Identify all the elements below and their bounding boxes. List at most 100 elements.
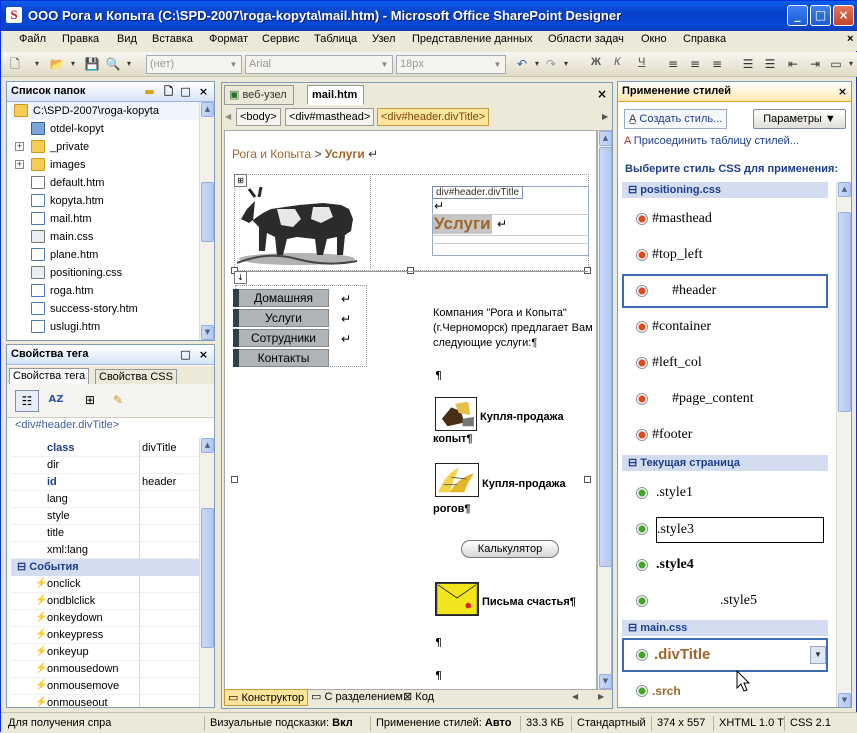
dropdown-arrow-icon[interactable]: ▾ — [843, 56, 857, 72]
menu-format[interactable]: Формат — [209, 33, 248, 45]
scroll-up-icon[interactable]: ▲ — [201, 438, 214, 453]
table-row[interactable]: ⚡ onclick — [11, 576, 201, 593]
style-item-masthead[interactable]: #masthead — [622, 202, 828, 236]
scroll-down-icon[interactable]: ▼ — [838, 693, 851, 707]
attach-stylesheet-link[interactable]: A Присоединить таблицу стилей... — [624, 135, 799, 147]
create-style-button[interactable]: A̲ Создать стиль... — [624, 109, 728, 129]
design-canvas[interactable]: Рога и Копыта > Услуги ↵ ⊞ div#header.di… — [224, 130, 597, 690]
style-item-top-left[interactable]: #top_left — [622, 238, 828, 272]
dropdown-arrow-icon[interactable]: ▾ — [29, 56, 45, 72]
align-right-icon[interactable]: ≡ — [709, 56, 725, 72]
nav-button-contacts[interactable]: Контакты — [233, 349, 329, 367]
scroll-down-icon[interactable]: ▼ — [201, 325, 214, 340]
breadcrumb-right-icon[interactable]: ▶ — [602, 112, 608, 121]
expand-icon[interactable]: + — [15, 142, 24, 151]
restore-icon[interactable]: □ — [179, 85, 192, 98]
status-css[interactable]: CSS 2.1 — [784, 716, 831, 731]
style-item-style1[interactable]: .style1 — [622, 476, 828, 510]
options-button[interactable]: Параметры ▼ — [753, 109, 846, 129]
tab-mail-htm[interactable]: mail.htm — [307, 85, 365, 105]
style-item-left-col[interactable]: #left_col — [622, 346, 828, 380]
categorized-view-icon[interactable]: ☷ — [15, 390, 39, 412]
menu-table[interactable]: Таблица — [314, 33, 357, 45]
table-row[interactable]: xml:lang — [11, 542, 201, 559]
table-row[interactable]: ⚡ onmousemove — [11, 678, 201, 695]
resize-handle[interactable] — [231, 476, 238, 483]
sharepoint-app-icon[interactable]: S — [6, 7, 22, 23]
style-combo[interactable]: (нет) ▼ — [146, 55, 242, 74]
tab-tag-properties[interactable]: Свойства тега — [9, 368, 90, 384]
table-row[interactable]: ⚡ onkeypress — [11, 627, 201, 644]
chevron-down-icon[interactable]: ▼ — [810, 646, 826, 664]
show-set-properties-icon[interactable]: ⊞ — [79, 390, 101, 412]
scroll-thumb[interactable] — [201, 508, 214, 648]
breadcrumb-body[interactable]: <body> — [236, 108, 281, 126]
calculator-button[interactable]: Калькулятор — [461, 540, 559, 558]
close-button[interactable]: × — [833, 5, 854, 26]
path-home-link[interactable]: Рога и Копыта — [232, 147, 311, 161]
undo-icon[interactable]: ↶ — [514, 56, 530, 72]
folder-root[interactable]: C:\SPD-2007\roga-kopyta — [11, 102, 201, 120]
underline-button[interactable]: Ч — [638, 56, 645, 68]
status-mode[interactable]: Стандартный — [571, 716, 646, 731]
menu-edit[interactable]: Правка — [62, 33, 99, 45]
expand-icon[interactable]: + — [15, 160, 24, 169]
maximize-button[interactable]: □ — [810, 5, 831, 26]
breadcrumb-header[interactable]: <div#header.divTitle> — [377, 108, 490, 126]
nav-button-staff[interactable]: Сотрудники — [233, 329, 329, 347]
restore-icon[interactable]: □ — [179, 348, 192, 361]
redo-icon[interactable]: ↷ — [543, 56, 559, 72]
dropdown-arrow-icon[interactable]: ▾ — [121, 56, 137, 72]
editor-scrollbar[interactable]: ▲ ▼ — [597, 130, 612, 690]
table-row[interactable]: ⚡ onmouseout — [11, 695, 201, 707]
group-main-css[interactable]: ⊟ main.css — [622, 620, 828, 636]
status-visual-hints[interactable]: Визуальные подсказки: Вкл — [204, 716, 353, 731]
props-scrollbar[interactable]: ▲ — [199, 438, 214, 707]
new-folder-icon[interactable]: ▬ — [143, 85, 156, 98]
scroll-up-icon[interactable]: ▲ — [201, 102, 214, 117]
scroll-thumb[interactable] — [838, 212, 851, 412]
menu-insert[interactable]: Вставка — [152, 33, 193, 45]
close-icon[interactable]: × — [197, 85, 210, 98]
div-move-icon[interactable]: ↓ — [234, 271, 247, 284]
styles-scrollbar[interactable]: ▲ ▼ — [836, 182, 851, 707]
menu-tools[interactable]: Сервис — [262, 33, 300, 45]
style-item-footer[interactable]: #footer — [622, 418, 828, 452]
folder-scrollbar[interactable]: ▲ ▼ — [199, 102, 214, 340]
events-group-header[interactable]: ⊟ События — [11, 559, 201, 576]
scroll-left-icon[interactable]: ◀ — [572, 692, 578, 701]
align-left-icon[interactable]: ≡ — [665, 56, 681, 72]
new-page-icon[interactable]: 🗋 — [7, 56, 23, 72]
collapse-icon[interactable]: ⊟ — [17, 561, 29, 573]
collapse-icon[interactable]: ⊟ — [628, 622, 640, 634]
table-row[interactable]: class divTitle — [11, 440, 201, 457]
scroll-up-icon[interactable]: ▲ — [838, 182, 851, 197]
happy-letters-image[interactable] — [435, 582, 479, 616]
save-icon[interactable]: 💾 — [84, 56, 100, 72]
style-item-style4[interactable]: .style4 — [622, 548, 828, 582]
menu-window[interactable]: Окно — [641, 33, 667, 45]
status-apply-styles[interactable]: Применение стилей: Авто — [370, 716, 511, 731]
nav-button-services[interactable]: Услуги — [233, 309, 329, 327]
style-item-divtitle[interactable]: .divTitle ▼ — [622, 638, 828, 672]
breadcrumb-left-icon[interactable]: ◀ — [225, 112, 231, 121]
scroll-down-icon[interactable]: ▼ — [599, 674, 612, 689]
mode-split-tab[interactable]: ▭ С разделением — [308, 689, 406, 706]
style-item-container[interactable]: #container — [622, 310, 828, 344]
status-xhtml[interactable]: XHTML 1.0 T — [713, 716, 784, 731]
bold-button[interactable]: Ж — [591, 56, 601, 68]
resize-handle[interactable] — [584, 476, 591, 483]
style-item-style5[interactable]: .style5 — [622, 584, 828, 618]
scroll-right-icon[interactable]: ▶ — [598, 692, 604, 701]
font-size-combo[interactable]: 18px ▼ — [396, 55, 506, 74]
tab-website[interactable]: ▣ веб-узел — [224, 85, 294, 105]
close-icon[interactable]: × — [197, 348, 210, 361]
menu-help[interactable]: Справка — [683, 33, 726, 45]
table-row[interactable]: title — [11, 525, 201, 542]
breadcrumb-masthead[interactable]: <div#masthead> — [285, 108, 375, 126]
close-document-icon[interactable]: × — [597, 87, 607, 101]
style-item-page-content[interactable]: #page_content — [622, 382, 828, 416]
open-folder-icon[interactable]: 📂 — [49, 56, 65, 72]
preview-icon[interactable]: 🔍 — [105, 56, 121, 72]
dropdown-arrow-icon[interactable]: ▾ — [558, 56, 574, 72]
